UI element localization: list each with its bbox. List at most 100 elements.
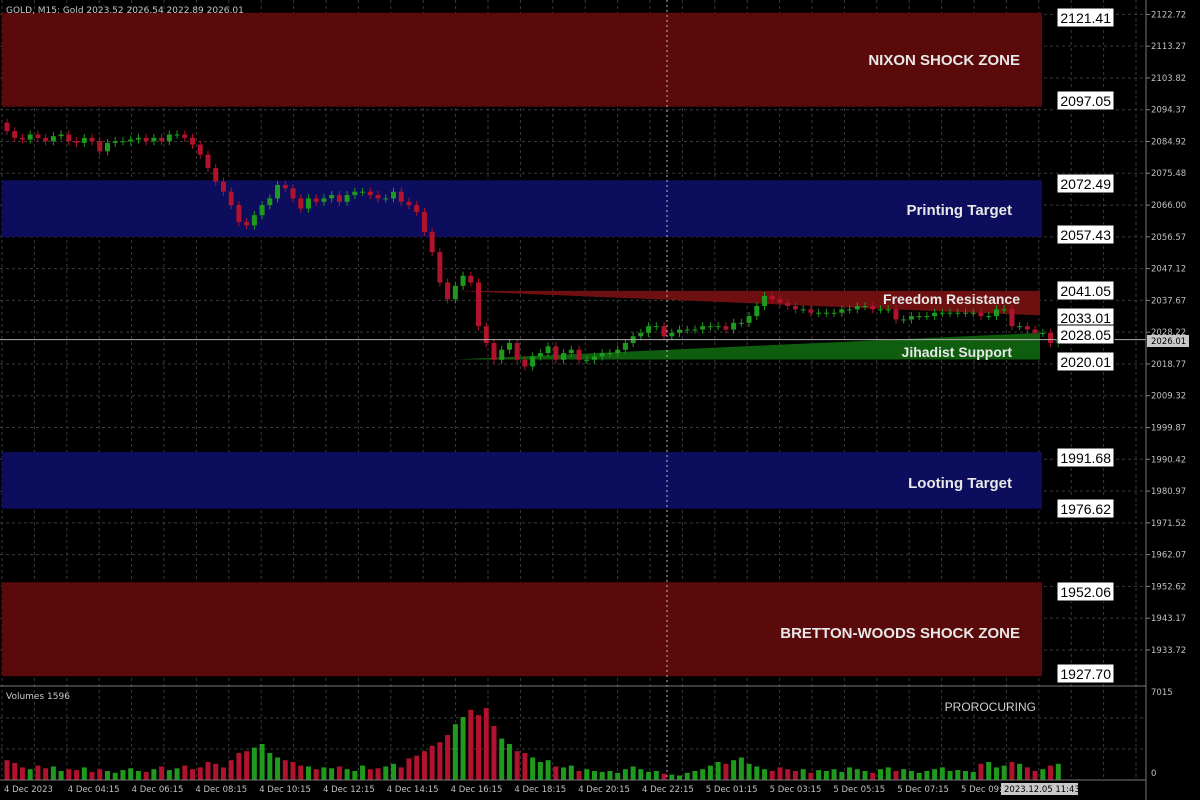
candle-body[interactable] xyxy=(715,326,721,328)
candle-body[interactable] xyxy=(746,316,752,323)
candle-body[interactable] xyxy=(1017,326,1023,328)
candle-body[interactable] xyxy=(553,346,559,360)
candle-body[interactable] xyxy=(375,195,381,199)
candle-body[interactable] xyxy=(537,353,543,357)
candle-body[interactable] xyxy=(282,184,288,189)
candle-body[interactable] xyxy=(406,201,412,206)
candle-body[interactable] xyxy=(19,137,25,140)
candle-body[interactable] xyxy=(275,184,281,199)
candle-body[interactable] xyxy=(12,131,18,138)
candle-body[interactable] xyxy=(120,141,126,143)
candle-body[interactable] xyxy=(182,134,188,138)
candle-body[interactable] xyxy=(244,221,250,226)
candle-body[interactable] xyxy=(74,141,80,143)
candle-body[interactable] xyxy=(128,139,134,142)
candle-body[interactable] xyxy=(816,312,822,314)
candle-body[interactable] xyxy=(236,205,242,222)
candle-body[interactable] xyxy=(870,306,876,310)
candle-body[interactable] xyxy=(97,141,103,152)
candle-body[interactable] xyxy=(854,306,860,310)
candle-body[interactable] xyxy=(4,122,10,132)
candle-body[interactable] xyxy=(622,343,628,350)
candle-body[interactable] xyxy=(738,322,744,324)
candle-body[interactable] xyxy=(808,309,814,313)
candle-body[interactable] xyxy=(414,205,420,212)
candle-body[interactable] xyxy=(692,329,698,331)
candle-body[interactable] xyxy=(1009,309,1015,327)
candle-body[interactable] xyxy=(383,198,389,200)
candle-body[interactable] xyxy=(862,306,868,308)
candle-body[interactable] xyxy=(901,319,907,321)
candle-body[interactable] xyxy=(800,309,806,311)
candle-body[interactable] xyxy=(166,134,172,142)
candle-body[interactable] xyxy=(932,312,938,317)
candle-body[interactable] xyxy=(460,275,466,286)
candle-body[interactable] xyxy=(955,312,961,314)
candle-body[interactable] xyxy=(267,198,273,206)
candle-body[interactable] xyxy=(561,353,567,360)
candle-body[interactable] xyxy=(135,137,141,140)
candle-body[interactable] xyxy=(963,312,969,314)
candle-body[interactable] xyxy=(1032,329,1038,333)
candle-body[interactable] xyxy=(27,134,33,140)
candle-body[interactable] xyxy=(391,191,396,199)
candle-body[interactable] xyxy=(452,285,458,300)
candle-body[interactable] xyxy=(522,359,528,367)
candle-body[interactable] xyxy=(939,312,945,314)
candle-body[interactable] xyxy=(607,353,613,355)
candle-body[interactable] xyxy=(35,134,41,138)
candle-body[interactable] xyxy=(290,188,296,199)
candle-body[interactable] xyxy=(599,353,605,357)
candle-body[interactable] xyxy=(468,275,474,283)
candle-body[interactable] xyxy=(398,191,404,202)
candle-body[interactable] xyxy=(483,326,489,343)
candle-body[interactable] xyxy=(785,302,791,307)
candle-body[interactable] xyxy=(1048,332,1054,343)
candle-body[interactable] xyxy=(545,346,551,354)
candle-body[interactable] xyxy=(831,312,837,314)
candle-body[interactable] xyxy=(707,326,713,328)
candle-body[interactable] xyxy=(112,141,118,143)
candle-body[interactable] xyxy=(653,326,659,328)
candle-body[interactable] xyxy=(190,137,196,145)
candle-body[interactable] xyxy=(792,306,798,310)
candle-body[interactable] xyxy=(143,137,149,142)
candle-body[interactable] xyxy=(1001,309,1007,311)
candle-body[interactable] xyxy=(978,312,984,317)
candle-body[interactable] xyxy=(491,343,497,360)
candle-body[interactable] xyxy=(615,349,621,354)
candle-body[interactable] xyxy=(908,316,914,320)
candle-body[interactable] xyxy=(568,349,574,354)
candle-body[interactable] xyxy=(677,329,683,333)
candle-body[interactable] xyxy=(986,316,992,318)
candle-body[interactable] xyxy=(81,137,87,143)
candle-body[interactable] xyxy=(437,252,443,283)
candle-body[interactable] xyxy=(360,191,366,193)
candle-body[interactable] xyxy=(104,142,110,152)
candle-body[interactable] xyxy=(305,198,311,209)
candle-body[interactable] xyxy=(174,134,180,136)
candle-body[interactable] xyxy=(885,309,891,311)
candle-body[interactable] xyxy=(329,195,335,199)
candle-body[interactable] xyxy=(321,198,327,202)
candle-body[interactable] xyxy=(762,295,768,307)
candle-body[interactable] xyxy=(638,332,644,337)
candle-body[interactable] xyxy=(50,136,56,142)
candle-body[interactable] xyxy=(228,191,234,206)
candle-body[interactable] xyxy=(313,198,319,202)
candle-body[interactable] xyxy=(421,211,427,233)
candle-body[interactable] xyxy=(499,349,505,360)
candle-body[interactable] xyxy=(344,195,350,202)
candle-body[interactable] xyxy=(769,295,775,300)
candle-body[interactable] xyxy=(1040,332,1046,334)
candle-body[interactable] xyxy=(352,191,358,196)
candle-body[interactable] xyxy=(220,181,226,192)
candle-body[interactable] xyxy=(151,137,157,142)
candle-body[interactable] xyxy=(298,198,304,209)
trading-chart[interactable]: 2122.72 2113.27 2103.82 2094.37 2084.92 2075.… xyxy=(0,0,1200,800)
candle-body[interactable] xyxy=(993,309,999,317)
candle-body[interactable] xyxy=(924,316,930,318)
candle-body[interactable] xyxy=(916,316,922,318)
candle-body[interactable] xyxy=(661,326,667,337)
candle-body[interactable] xyxy=(777,299,783,303)
